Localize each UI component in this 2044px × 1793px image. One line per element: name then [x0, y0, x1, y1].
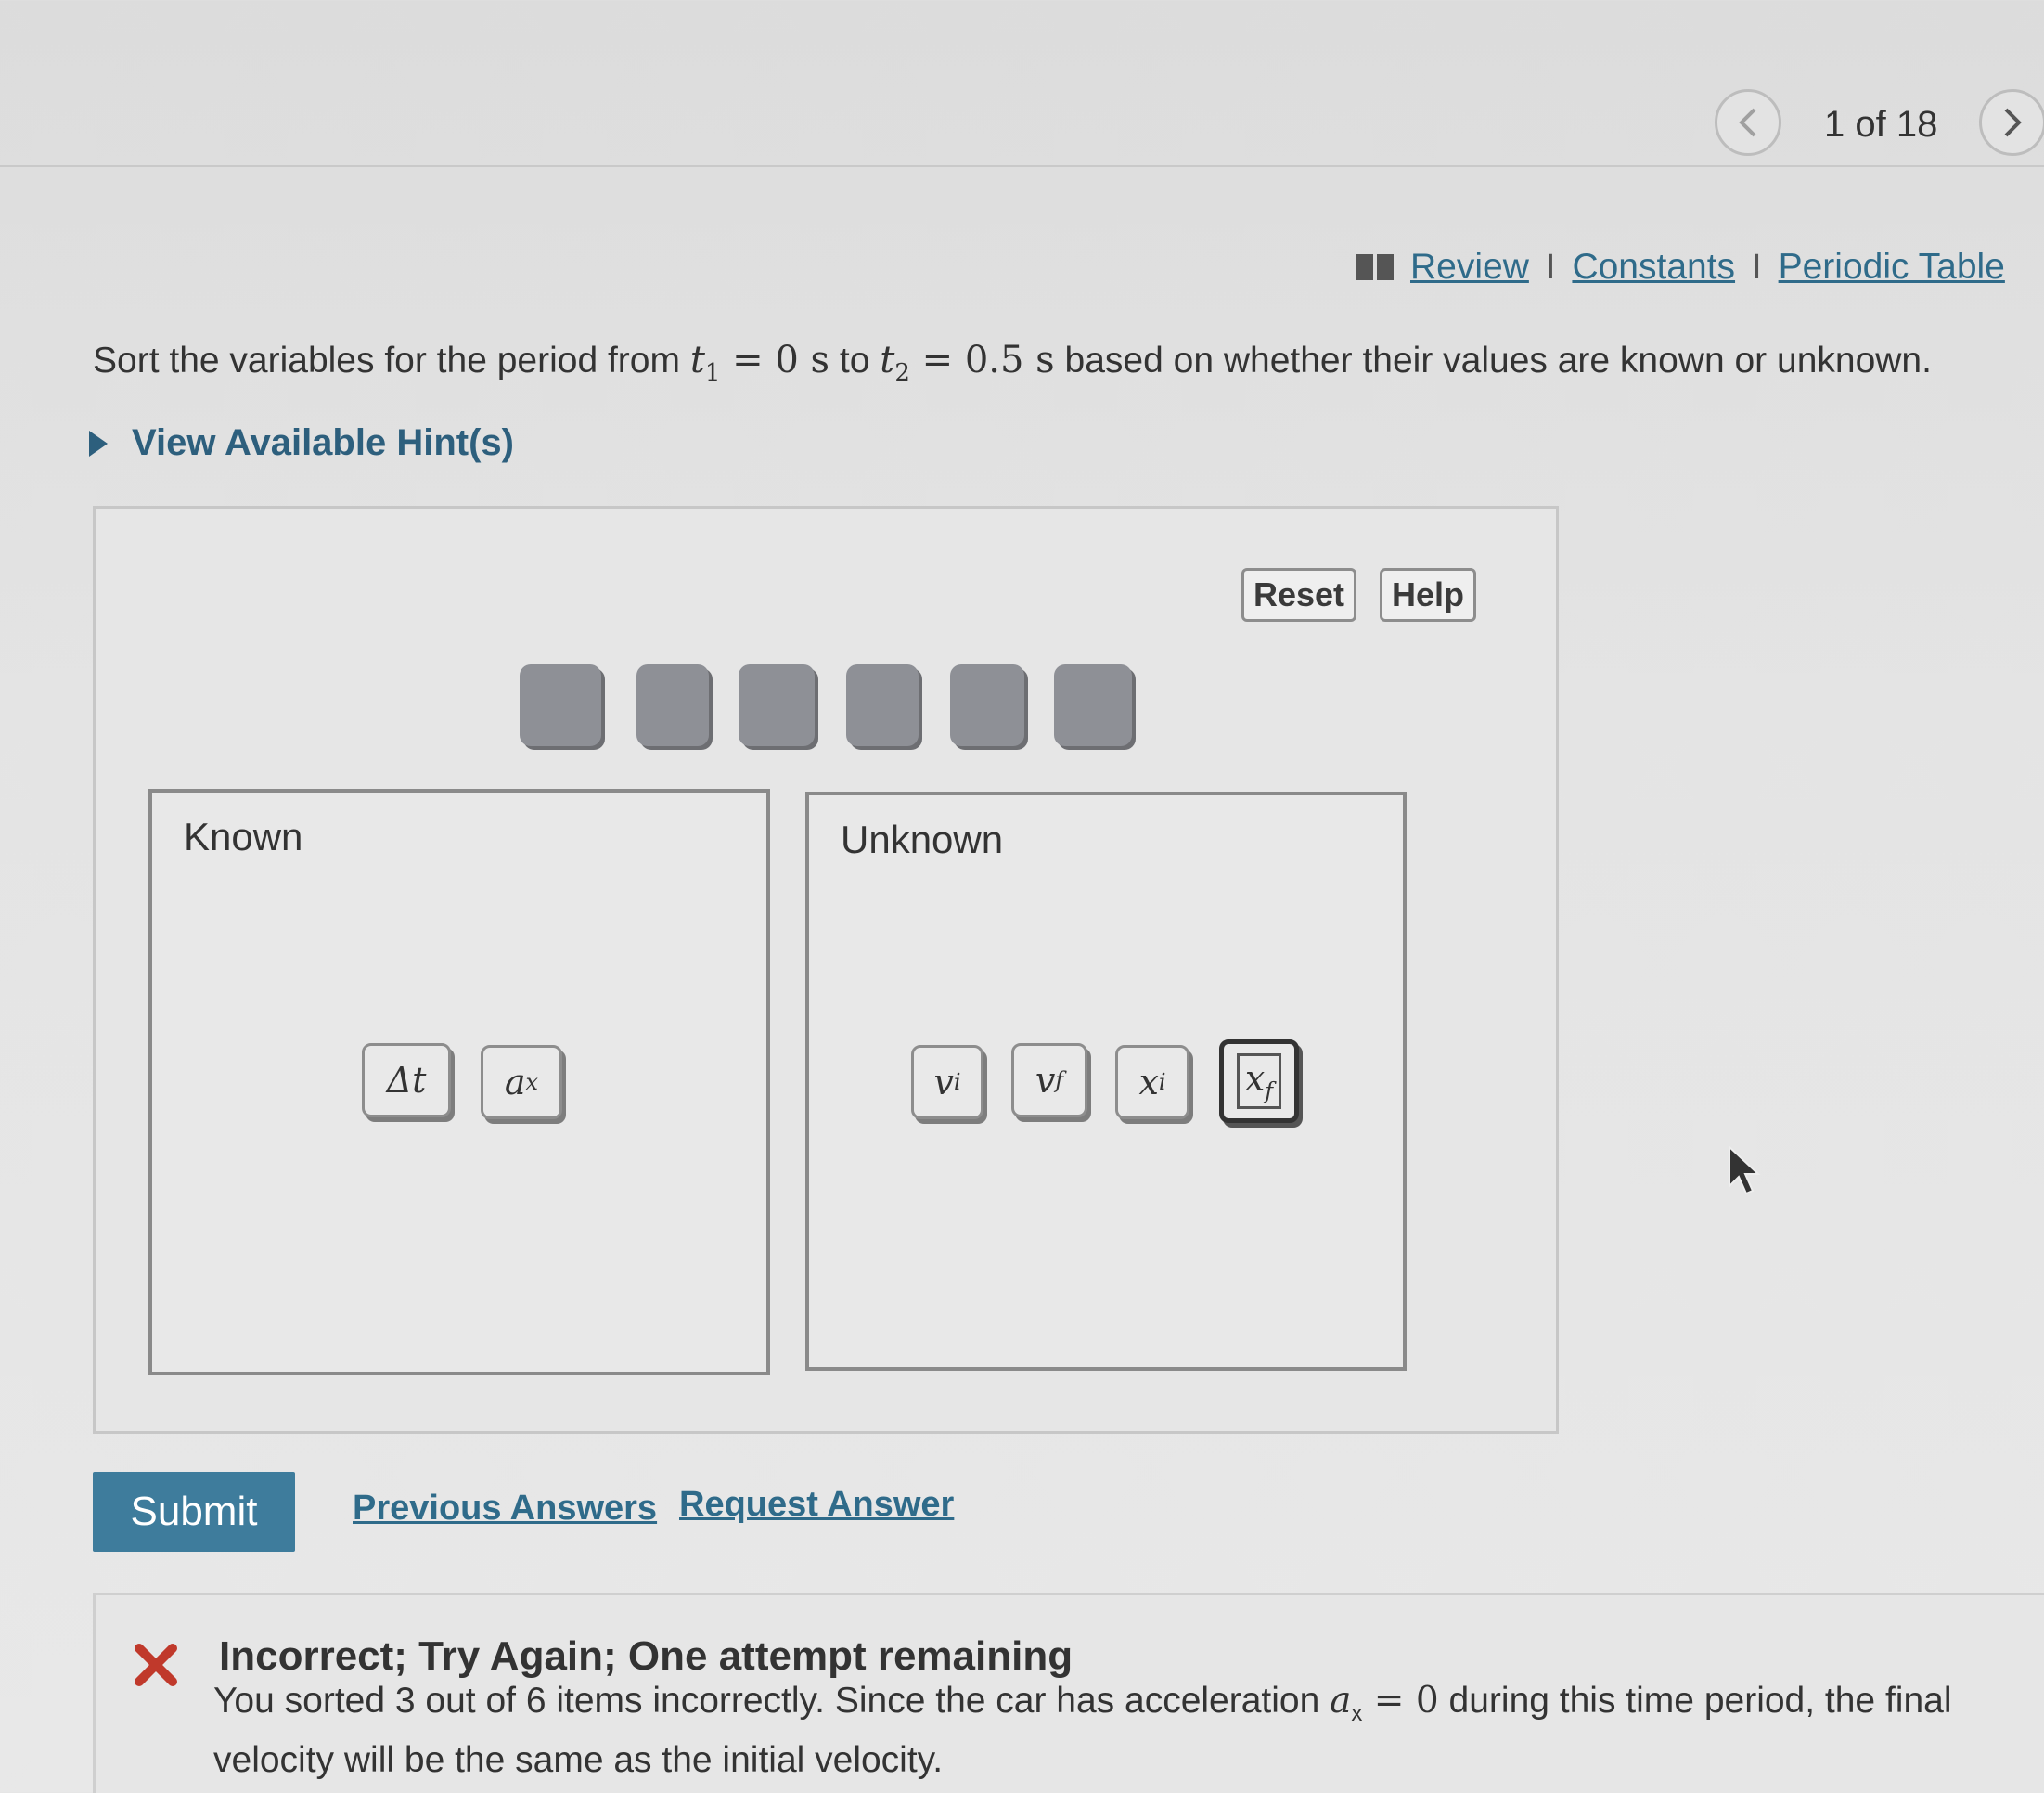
submit-button[interactable]: Submit	[93, 1472, 295, 1552]
empty-slot[interactable]	[739, 664, 815, 746]
next-item-button[interactable]	[1979, 89, 2044, 156]
empty-slot[interactable]	[846, 664, 919, 746]
known-bin-label: Known	[184, 815, 303, 858]
help-button[interactable]: Help	[1380, 568, 1476, 622]
view-hints-toggle[interactable]: View Available Hint(s)	[89, 422, 514, 464]
empty-slot[interactable]	[520, 664, 601, 746]
constants-link[interactable]: Constants	[1572, 247, 1735, 288]
known-bin[interactable]: Known	[148, 789, 770, 1375]
variable-chip-v-f[interactable]: vf	[1011, 1043, 1087, 1117]
review-link[interactable]: Review	[1410, 247, 1529, 288]
chip-focus-frame: xf	[1236, 1053, 1282, 1109]
previous-answers-link[interactable]: Previous Answers	[353, 1489, 657, 1529]
previous-item-button[interactable]	[1715, 89, 1781, 156]
empty-slot[interactable]	[636, 664, 709, 746]
feedback-message: You sorted 3 out of 6 items incorrectly.…	[213, 1680, 1952, 1780]
unknown-bin[interactable]: Unknown	[805, 792, 1407, 1371]
unknown-bin-label: Unknown	[841, 818, 1004, 861]
chevron-left-icon	[1739, 108, 1756, 137]
variable-chip-delta-t[interactable]: Δt	[362, 1043, 451, 1117]
book-icon	[1356, 254, 1394, 280]
feedback-title: Incorrect; Try Again; One attempt remain…	[219, 1633, 1073, 1679]
chevron-right-icon	[2004, 108, 2022, 137]
variable-chip-x-i[interactable]: xi	[1115, 1045, 1189, 1119]
variable-chip-a-x[interactable]: ax	[481, 1045, 562, 1119]
resource-links: Review I Constants I Periodic Table	[1356, 247, 2005, 288]
empty-slot[interactable]	[1054, 664, 1132, 746]
hint-label: View Available Hint(s)	[132, 422, 514, 463]
header-divider	[0, 165, 2044, 167]
link-separator: I	[1752, 247, 1762, 287]
empty-slot[interactable]	[950, 664, 1024, 746]
reset-button[interactable]: Reset	[1241, 568, 1356, 622]
mouse-pointer-icon	[1729, 1145, 1761, 1195]
periodic-table-link[interactable]: Periodic Table	[1779, 247, 2005, 288]
variable-chip-x-f-selected[interactable]: xf	[1219, 1039, 1299, 1123]
caret-right-icon	[89, 430, 108, 457]
item-counter: 1 of 18	[1824, 104, 1938, 145]
variable-chip-v-i[interactable]: vi	[911, 1045, 983, 1119]
request-answer-link[interactable]: Request Answer	[679, 1485, 954, 1525]
link-separator: I	[1545, 247, 1556, 287]
error-x-icon	[135, 1644, 177, 1686]
question-text: Sort the variables for the period from t…	[93, 339, 1932, 387]
